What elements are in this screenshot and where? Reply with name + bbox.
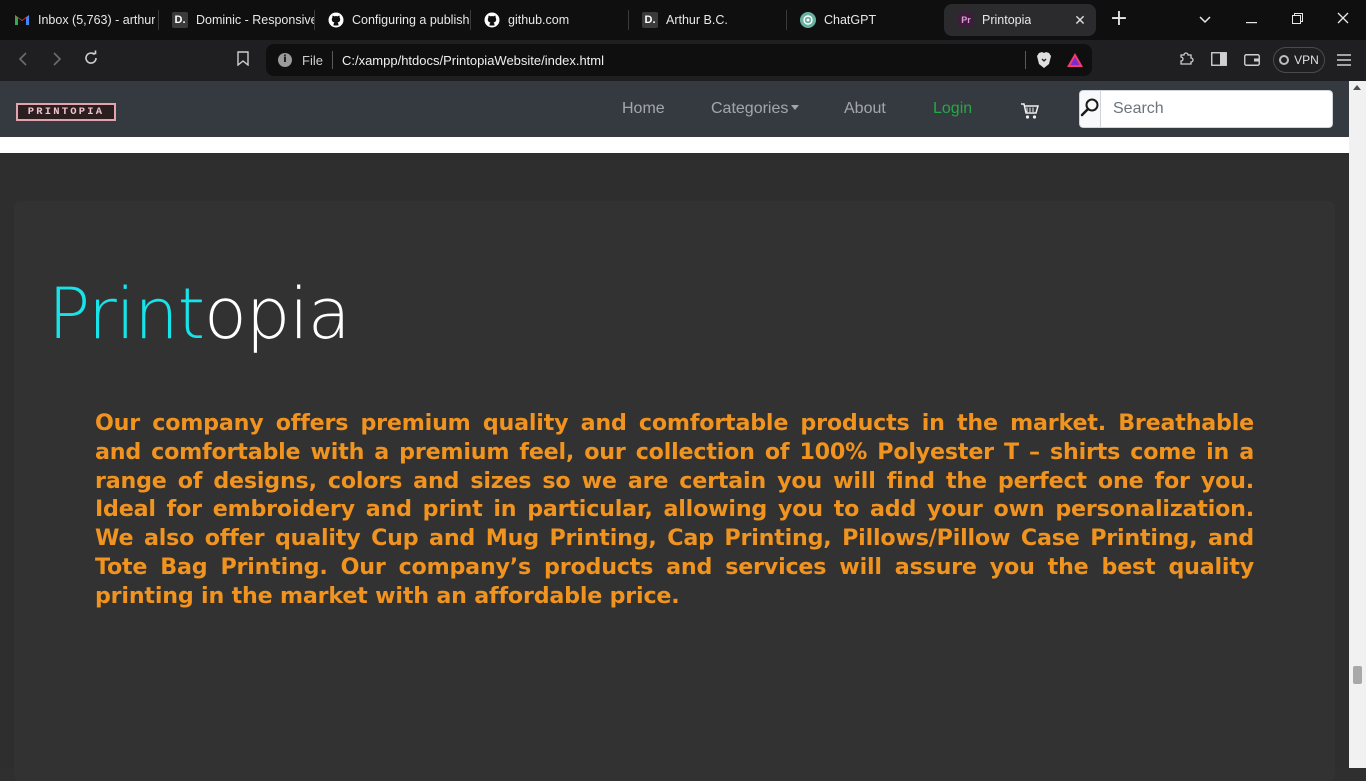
scrollbar-thumb[interactable] <box>1353 666 1362 684</box>
search-button[interactable] <box>1079 90 1100 128</box>
caret-down-icon <box>791 105 800 110</box>
tab-github[interactable]: github.com <box>470 4 628 36</box>
d-icon: D. <box>642 12 658 28</box>
nav-login[interactable]: Login <box>933 100 972 118</box>
back-icon[interactable] <box>12 50 34 72</box>
bookmark-icon[interactable] <box>232 50 254 72</box>
nav-about[interactable]: About <box>844 100 886 118</box>
tab-title: ChatGPT <box>824 13 877 27</box>
close-tab-icon[interactable]: ✕ <box>1072 12 1088 28</box>
url-divider <box>1025 51 1026 69</box>
hero-title-accent: Print <box>48 273 205 355</box>
search-form <box>1079 90 1333 128</box>
new-tab-button[interactable]: + <box>1108 8 1130 30</box>
gmail-icon <box>14 12 30 28</box>
close-window-icon[interactable] <box>1332 8 1354 30</box>
minimize-icon[interactable] <box>1240 8 1262 30</box>
browser-toolbar: i File C:/xampp/htdocs/PrintopiaWebsite/… <box>0 40 1366 81</box>
tab-gmail[interactable]: Inbox (5,763) - arthur <box>0 4 160 36</box>
vpn-status-icon <box>1279 55 1290 65</box>
vpn-label: VPN <box>1294 53 1319 67</box>
nav-categories[interactable]: Categories <box>711 100 800 118</box>
brave-rewards-icon[interactable] <box>1066 52 1084 68</box>
tab-title: Arthur B.C. <box>666 13 728 27</box>
reload-icon[interactable] <box>80 50 102 72</box>
url-divider <box>331 51 333 69</box>
tab-chatgpt[interactable]: ChatGPT <box>786 4 942 36</box>
tab-arthur[interactable]: D. Arthur B.C. <box>628 4 786 36</box>
url-scheme-label: File <box>302 52 323 68</box>
wallet-icon[interactable] <box>1241 50 1263 72</box>
github-icon <box>328 12 344 28</box>
hero-description: Our company offers premium quality and c… <box>95 410 1254 609</box>
tab-title: Inbox (5,763) - arthur <box>38 13 156 27</box>
site-logo[interactable]: PRINTOPIA <box>16 103 116 121</box>
search-input[interactable] <box>1100 90 1333 128</box>
tab-title: github.com <box>508 13 570 27</box>
extensions-icon[interactable] <box>1175 50 1197 72</box>
site-navbar: PRINTOPIA Home Categories About Login <box>0 81 1349 137</box>
printopia-icon: Pr <box>958 12 974 28</box>
url-text[interactable]: C:/xampp/htdocs/PrintopiaWebsite/index.h… <box>342 53 1025 68</box>
cart-icon[interactable] <box>1020 102 1040 120</box>
address-bar[interactable]: i File C:/xampp/htdocs/PrintopiaWebsite/… <box>266 44 1092 76</box>
tab-title: Dominic - Responsive <box>196 13 314 27</box>
nav-home[interactable]: Home <box>622 100 665 118</box>
sidebar-icon[interactable] <box>1208 50 1230 72</box>
tab-title: Printopia <box>982 13 1032 27</box>
nav-categories-label: Categories <box>711 100 789 117</box>
vpn-button[interactable]: VPN <box>1273 47 1325 73</box>
hero-title: Printopia <box>48 272 351 356</box>
hero-title-rest: opia <box>204 273 351 355</box>
forward-icon[interactable] <box>46 50 68 72</box>
page-scrollbar[interactable] <box>1349 81 1366 768</box>
tab-configuring[interactable]: Configuring a publish <box>314 4 470 36</box>
chatgpt-icon <box>800 12 816 28</box>
search-icon <box>1080 97 1100 121</box>
scroll-up-icon[interactable] <box>1353 85 1361 90</box>
brave-shields-icon[interactable] <box>1036 51 1052 69</box>
page-top-band <box>0 137 1349 153</box>
tab-printopia[interactable]: Pr Printopia ✕ <box>944 4 1096 36</box>
d-icon: D. <box>172 12 188 28</box>
browser-tab-strip: Inbox (5,763) - arthur D. Dominic - Resp… <box>0 0 1366 40</box>
menu-icon[interactable] <box>1333 50 1355 72</box>
github-icon <box>484 12 500 28</box>
tab-search-chevron-icon[interactable] <box>1194 8 1216 30</box>
tab-title: Configuring a publish <box>352 13 470 27</box>
restore-icon[interactable] <box>1286 8 1308 30</box>
site-info-icon[interactable]: i <box>278 53 292 67</box>
tab-dominic[interactable]: D. Dominic - Responsive <box>158 4 314 36</box>
